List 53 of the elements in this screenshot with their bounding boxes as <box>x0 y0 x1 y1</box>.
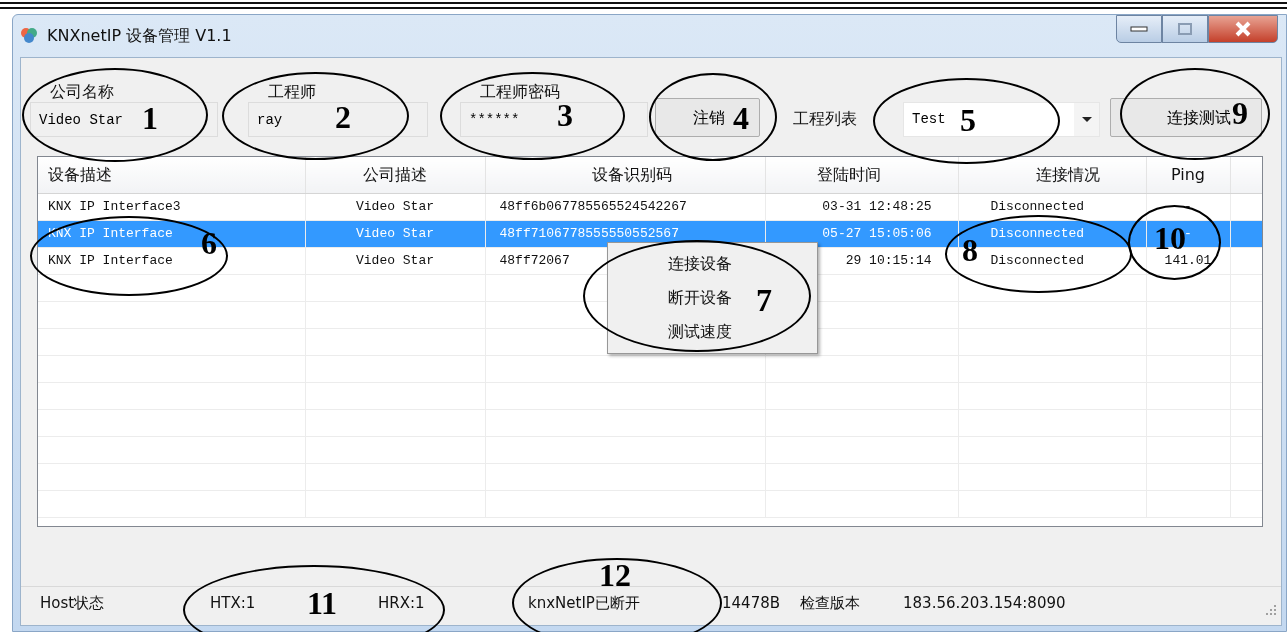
field-label: 公司名称 <box>49 82 115 102</box>
table-cell[interactable]: 141.01 <box>1164 252 1212 268</box>
column-header[interactable]: 设备识别码 <box>485 157 765 193</box>
status-text: HRX:1 <box>378 594 425 613</box>
status-text: 183.56.203.154:8090 <box>903 594 1066 613</box>
table-cell[interactable]: KNX IP Interface <box>48 252 173 268</box>
callout-number: 7 <box>756 284 772 316</box>
window-title: KNXnetIP 设备管理 V1.1 <box>47 25 232 47</box>
maximize-icon <box>1177 22 1193 36</box>
callout-number: 10 <box>1154 222 1186 254</box>
table-cell[interactable]: - <box>1184 198 1192 214</box>
callout-number: 11 <box>306 587 338 619</box>
app-logo-icon <box>19 26 39 46</box>
maximize-button[interactable] <box>1162 15 1208 43</box>
table-cell[interactable]: 48ff72067 <box>499 252 570 268</box>
close-icon <box>1234 21 1252 37</box>
callout-number: 9 <box>1232 97 1248 129</box>
menu-item[interactable]: 连接设备 <box>668 247 732 281</box>
column-header[interactable]: 登陆时间 <box>765 157 958 193</box>
table-cell[interactable]: 03-31 12:48:25 <box>822 198 932 214</box>
field-label: 工程师密码 <box>479 82 561 102</box>
status-text: 检查版本 <box>800 594 860 613</box>
close-button[interactable] <box>1208 15 1278 43</box>
status-text: knxNetIP已断开 <box>528 594 640 613</box>
table-cell[interactable]: Disconnected <box>990 198 1085 214</box>
callout-number: 4 <box>733 102 749 134</box>
table-cell[interactable]: Disconnected <box>990 252 1085 268</box>
column-header[interactable]: 连接情况 <box>958 157 1146 193</box>
status-text: 14478B <box>722 594 780 613</box>
column-header[interactable]: 公司描述 <box>305 157 485 193</box>
menu-item[interactable]: 断开设备 <box>668 281 732 315</box>
table-cell[interactable]: Video Star <box>356 198 434 214</box>
minimize-button[interactable] <box>1116 15 1162 43</box>
callout-number: 12 <box>599 559 631 591</box>
status-text: HTX:1 <box>210 594 256 613</box>
table-cell[interactable]: 29 10:15:14 <box>845 252 932 268</box>
minimize-icon <box>1130 25 1148 33</box>
table-cell[interactable]: KNX IP Interface3 <box>48 198 181 214</box>
table-cell[interactable]: 48ff6b067785565524542267 <box>499 198 687 214</box>
column-header[interactable]: 设备描述 <box>38 157 305 193</box>
dropdown-arrow-icon <box>1081 117 1092 122</box>
callout-number: 2 <box>335 101 351 133</box>
field-label: 工程师 <box>267 82 317 102</box>
table-cell[interactable]: Video Star <box>356 252 434 268</box>
callout-number: 3 <box>557 99 573 131</box>
status-text: Host状态 <box>40 594 105 613</box>
field-label: 工程列表 <box>793 109 857 129</box>
resize-grip-icon[interactable] <box>1265 604 1277 616</box>
callout-number: 5 <box>960 104 976 136</box>
dropdown-arrow-button[interactable] <box>1074 103 1099 136</box>
column-header[interactable]: Ping <box>1146 157 1230 193</box>
callout-number: 1 <box>142 102 158 134</box>
menu-item[interactable]: 测试速度 <box>668 315 732 349</box>
